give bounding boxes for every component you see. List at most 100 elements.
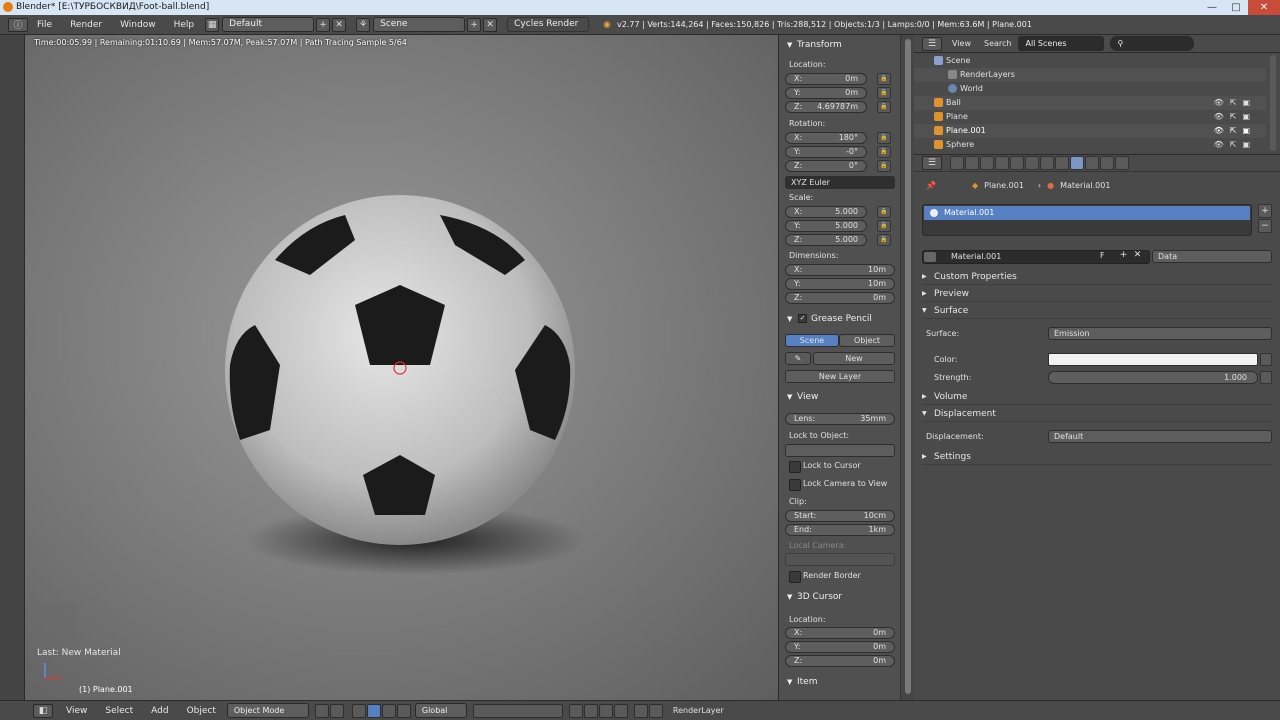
add-scene-icon[interactable]: + xyxy=(467,17,482,32)
lock-icon[interactable]: 🔒 xyxy=(877,160,891,172)
cursor-x[interactable]: X: 0m xyxy=(785,627,895,639)
modifier-tab-icon[interactable] xyxy=(1040,156,1054,170)
lock-icon[interactable]: 🔒 xyxy=(877,206,891,218)
outliner-item-plane[interactable]: Plane 👁⇱▣ xyxy=(914,110,1266,124)
object-tab-icon[interactable] xyxy=(1010,156,1024,170)
snap-target-icon[interactable] xyxy=(583,703,598,718)
lock-icon[interactable]: 🔒 xyxy=(877,234,891,246)
cursor-y[interactable]: Y: 0m xyxy=(785,641,895,653)
lock-camera-checkbox[interactable]: Lock Camera to View xyxy=(789,479,887,491)
outliner-item-plane-001[interactable]: Plane.001 👁⇱▣ xyxy=(914,124,1266,138)
snap-icon[interactable] xyxy=(568,703,583,718)
scene-field[interactable]: Scene xyxy=(373,17,466,32)
layers-grid[interactable] xyxy=(472,703,563,718)
gp-new-button[interactable]: New xyxy=(813,352,895,365)
outliner-search-menu[interactable]: Search xyxy=(984,39,1011,48)
visibility-icons[interactable]: 👁⇱▣ xyxy=(1214,138,1256,152)
rotate-icon[interactable] xyxy=(381,703,396,718)
menu-select[interactable]: Select xyxy=(96,706,142,716)
render-tab-icon[interactable] xyxy=(950,156,964,170)
outliner-editor-icon[interactable]: ☰ xyxy=(922,36,942,51)
rotation-y[interactable]: Y: -0° xyxy=(785,146,867,158)
cursor-z[interactable]: Z: 0m xyxy=(785,655,895,667)
gp-new-layer-button[interactable]: New Layer xyxy=(785,370,895,383)
menu-view[interactable]: View xyxy=(57,706,96,716)
material-name-field[interactable]: Material.001 xyxy=(922,250,1150,264)
layout-icon[interactable]: ▦ xyxy=(205,17,220,32)
data-tab-icon[interactable] xyxy=(1055,156,1069,170)
shelf-scrollbar[interactable] xyxy=(900,35,914,700)
remove-slot-button[interactable]: − xyxy=(1258,219,1272,233)
gp-object-button[interactable]: Object xyxy=(839,334,895,347)
rotation-mode-select[interactable]: XYZ Euler xyxy=(785,176,895,189)
menu-file[interactable]: File xyxy=(28,20,61,30)
remove-scene-icon[interactable]: ✕ xyxy=(483,17,498,32)
lock-icon[interactable]: 🔒 xyxy=(877,220,891,232)
pencil-icon[interactable]: ✎ xyxy=(785,352,811,365)
camera-icon[interactable] xyxy=(633,703,648,718)
location-z[interactable]: Z: 4.69787m xyxy=(785,101,867,113)
dimension-y[interactable]: Y: 10m xyxy=(785,278,895,290)
translate-icon[interactable] xyxy=(366,703,381,718)
render-preview-icon[interactable] xyxy=(613,703,628,718)
location-x[interactable]: X: 0m xyxy=(785,73,867,85)
add-slot-button[interactable]: + xyxy=(1258,204,1272,218)
displacement-select[interactable]: Default xyxy=(1048,430,1272,443)
scene-tab-icon[interactable] xyxy=(980,156,994,170)
item-header[interactable]: Item xyxy=(779,674,901,690)
lock-icon[interactable]: 🔒 xyxy=(877,73,891,85)
add-layout-icon[interactable]: + xyxy=(316,17,331,32)
menu-add[interactable]: Add xyxy=(142,706,177,716)
lock-icon[interactable]: 🔒 xyxy=(877,146,891,158)
physics-tab-icon[interactable] xyxy=(1115,156,1129,170)
custom-properties-panel[interactable]: Custom Properties xyxy=(922,269,1272,285)
render-layer-label[interactable]: RenderLayer xyxy=(673,706,724,715)
strength-slider[interactable]: 1.000 xyxy=(1048,371,1258,384)
lock-icon[interactable]: 🔒 xyxy=(877,132,891,144)
lens-field[interactable]: Lens: 35mm xyxy=(785,413,895,425)
close-button[interactable]: ✕ xyxy=(1248,0,1280,15)
material-slot-list[interactable]: Material.001 xyxy=(922,204,1252,236)
3d-viewport[interactable] xyxy=(25,35,778,700)
outliner-search-input[interactable]: ⚲ xyxy=(1110,36,1195,51)
manipulator-icon[interactable] xyxy=(351,703,366,718)
outliner-item-scene[interactable]: Scene xyxy=(914,54,1266,68)
transform-header[interactable]: Transform xyxy=(779,37,901,53)
view-header[interactable]: View xyxy=(779,389,901,405)
displacement-panel[interactable]: Displacement xyxy=(922,406,1272,422)
render-engine-select[interactable]: Cycles Render xyxy=(507,17,590,32)
scale-z[interactable]: Z: 5.000 xyxy=(785,234,867,246)
lock-cursor-checkbox[interactable]: Lock to Cursor xyxy=(789,461,861,473)
material-slot-selected[interactable]: Material.001 xyxy=(924,206,1250,220)
gp-scene-button[interactable]: Scene xyxy=(785,334,839,347)
camera-anim-icon[interactable] xyxy=(648,703,663,718)
outliner-item-renderlayers[interactable]: RenderLayers xyxy=(914,68,1266,82)
outliner-item-world[interactable]: World xyxy=(914,82,1266,96)
shading-icon[interactable] xyxy=(314,703,329,718)
clip-start-field[interactable]: Start: 10cm xyxy=(785,510,895,522)
screen-layout-field[interactable]: Default xyxy=(222,17,315,32)
lock-icon[interactable]: 🔒 xyxy=(877,87,891,99)
menu-object[interactable]: Object xyxy=(178,706,225,716)
grease-pencil-checkbox[interactable]: ✓ xyxy=(798,314,807,323)
3d-cursor-header[interactable]: 3D Cursor xyxy=(779,589,901,605)
remove-layout-icon[interactable]: ✕ xyxy=(332,17,347,32)
visibility-icons[interactable]: 👁⇱▣ xyxy=(1214,110,1256,124)
location-y[interactable]: Y: 0m xyxy=(785,87,867,99)
outliner-display-select[interactable]: All Scenes xyxy=(1018,36,1105,51)
emission-color-swatch[interactable] xyxy=(1048,353,1258,366)
clip-end-field[interactable]: End: 1km xyxy=(785,524,895,536)
outliner-view-menu[interactable]: View xyxy=(952,39,971,48)
render-border-checkbox[interactable]: Render Border xyxy=(789,571,861,583)
editor-type-icon[interactable]: ⓘ xyxy=(8,17,28,32)
outliner-item-ball[interactable]: Ball 👁⇱▣ xyxy=(914,96,1266,110)
menu-render[interactable]: Render xyxy=(61,20,111,30)
strength-link-icon[interactable] xyxy=(1260,371,1272,384)
volume-panel[interactable]: Volume xyxy=(922,389,1272,405)
lock-icon[interactable]: 🔒 xyxy=(877,101,891,113)
renderlayer-tab-icon[interactable] xyxy=(965,156,979,170)
breadcrumb-material[interactable]: Material.001 xyxy=(1060,181,1110,190)
toolshelf-strip[interactable] xyxy=(0,35,25,700)
rotation-z[interactable]: Z: 0° xyxy=(785,160,867,172)
world-tab-icon[interactable] xyxy=(995,156,1009,170)
